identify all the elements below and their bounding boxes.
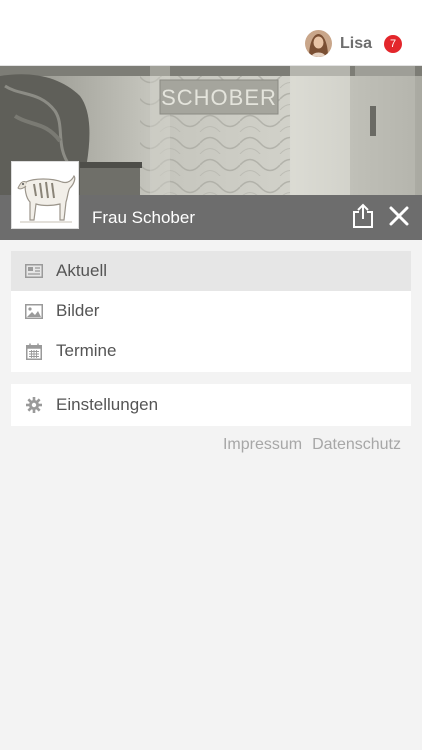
profile-logo [11,161,79,229]
menu-item-termine[interactable]: Termine [11,331,411,371]
settings-menu: Einstellungen [11,384,411,426]
user-menu[interactable]: Lisa 7 [304,30,402,57]
newspaper-icon [25,262,43,280]
close-icon [389,206,409,226]
footer-links: Impressum Datenschutz [223,436,401,454]
navigation-menu: Aktuell Bilder Termine [11,251,411,372]
menu-item-aktuell[interactable]: Aktuell [11,251,411,291]
profile-name: Frau Schober [92,208,195,227]
image-icon [25,302,43,320]
menu-item-label: Aktuell [56,261,108,280]
share-icon [353,203,373,228]
close-button[interactable] [388,205,410,227]
datenschutz-link[interactable]: Datenschutz [312,436,401,454]
top-bar: Lisa 7 [0,0,422,66]
menu-item-label: Bilder [56,301,100,320]
username[interactable]: Lisa [340,35,372,53]
menu-item-label: Einstellungen [56,395,159,414]
gear-icon [25,396,43,414]
impressum-link[interactable]: Impressum [223,436,302,454]
menu-item-einstellungen[interactable]: Einstellungen [11,384,411,426]
menu-item-label: Termine [56,341,117,360]
menu-item-bilder[interactable]: Bilder [11,291,411,331]
calendar-icon [25,342,43,360]
avatar[interactable] [304,30,332,57]
share-button[interactable] [352,203,374,229]
sign-text: SCHOBER [161,85,277,110]
notification-badge[interactable]: 7 [384,34,402,53]
